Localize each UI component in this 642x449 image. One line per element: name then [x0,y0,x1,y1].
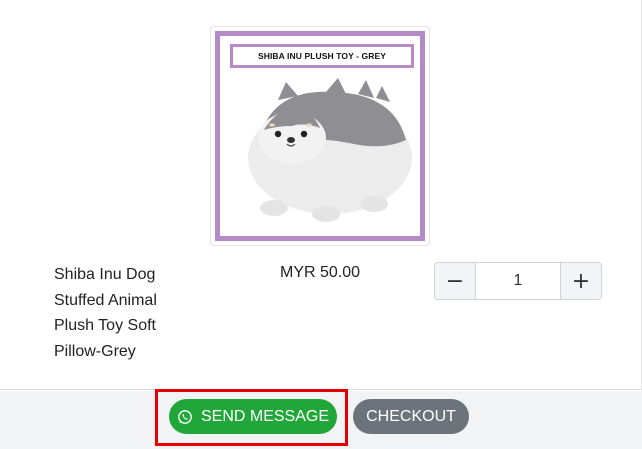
shiba-plush-image [248,78,412,222]
quantity-increment-button[interactable]: + [560,262,602,300]
product-name-line: Shiba Inu Dog [54,266,156,283]
product-name-line: Stuffed Animal [54,291,157,309]
product-card: SHIBA INU PLUSH TOY - GREY Shiba Inu Dog… [0,0,642,390]
product-name-line: Pillow-Grey [54,342,136,360]
checkout-label: CHECKOUT [366,407,456,425]
product-name-line: Plush Toy Soft [54,317,156,334]
product-image-banner: SHIBA INU PLUSH TOY - GREY [230,44,414,68]
quantity-stepper: − + [434,262,602,300]
highlight-box [155,389,348,446]
checkout-button[interactable]: CHECKOUT [353,399,469,434]
product-image: SHIBA INU PLUSH TOY - GREY [210,26,430,246]
product-name: Shiba Inu Dog Stuffed Animal Plush Toy S… [54,262,204,364]
quantity-input[interactable] [476,262,560,300]
product-price: MYR 50.00 [280,264,361,281]
quantity-decrement-button[interactable]: − [434,262,476,300]
product-image-frame: SHIBA INU PLUSH TOY - GREY [215,31,425,241]
